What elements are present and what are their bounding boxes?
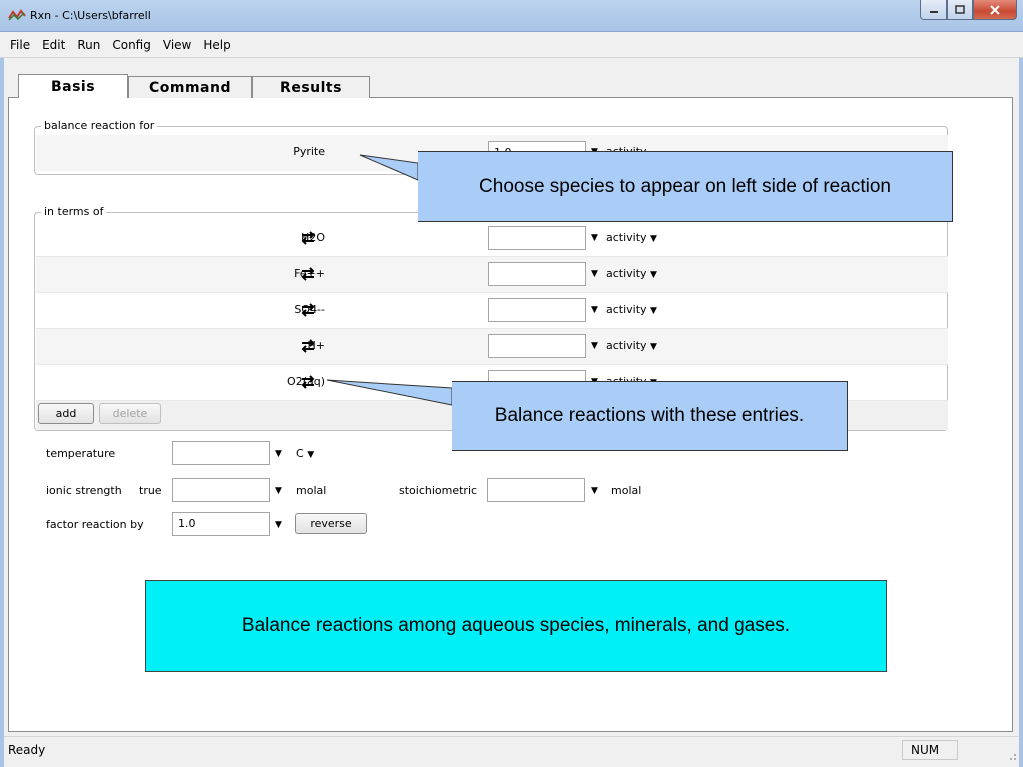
ionic-strength-unit: molal: [296, 484, 327, 497]
close-icon: [990, 4, 1000, 15]
factor-reaction-field[interactable]: 1.0: [172, 512, 270, 536]
status-text: Ready: [8, 743, 46, 757]
stoichiometric-field[interactable]: [487, 478, 585, 502]
swap-species-icon[interactable]: [300, 375, 316, 389]
swap-species-icon[interactable]: [300, 303, 316, 317]
num-lock-indicator: NUM: [902, 740, 958, 760]
term-amount-dropdown-icon[interactable]: ▼: [591, 269, 598, 279]
factor-reaction-label: factor reaction by: [46, 518, 144, 531]
temperature-label: temperature: [46, 447, 116, 460]
temperature-unit-text: C: [296, 447, 304, 460]
temperature-field[interactable]: [172, 441, 270, 465]
term-amount-dropdown-icon[interactable]: ▼: [591, 233, 598, 243]
term-row-so4[interactable]: SO4-- ▼ activity ▼: [36, 293, 948, 329]
term-unit-label[interactable]: activity ▼: [606, 231, 657, 244]
unit-dropdown-icon[interactable]: ▼: [650, 270, 657, 280]
unit-dropdown-icon[interactable]: ▼: [650, 234, 657, 244]
close-button[interactable]: [973, 0, 1017, 20]
menu-bar: File Edit Run Config View Help: [0, 32, 1023, 58]
in-terms-of-legend: in terms of: [41, 205, 107, 218]
tab-basis[interactable]: Basis: [18, 74, 128, 98]
reverse-button[interactable]: reverse: [295, 513, 367, 534]
term-unit-text: activity: [606, 267, 647, 280]
ionic-strength-label: ionic strength: [46, 484, 122, 497]
term-row-h2o[interactable]: H2O ▼ activity ▼: [36, 221, 948, 257]
window-frame-left: [0, 32, 4, 767]
balance-reaction-legend: balance reaction for: [41, 119, 158, 132]
term-amount-field[interactable]: [488, 334, 586, 358]
temperature-unit[interactable]: C ▼: [296, 447, 314, 460]
title-bar[interactable]: Rxn - C:\Users\bfarrell: [0, 0, 1023, 32]
term-unit-label[interactable]: activity ▼: [606, 267, 657, 280]
resize-grip-icon[interactable]: [1005, 749, 1017, 761]
stoichiometric-dropdown-icon[interactable]: ▼: [591, 486, 598, 496]
term-amount-field[interactable]: [488, 226, 586, 250]
species-callout: Choose species to appear on left side of…: [418, 151, 953, 222]
delete-button[interactable]: delete: [99, 403, 161, 424]
swap-species-icon[interactable]: [300, 339, 316, 353]
term-amount-field[interactable]: [488, 298, 586, 322]
menu-edit[interactable]: Edit: [36, 38, 71, 52]
menu-file[interactable]: File: [4, 38, 36, 52]
status-bar: Ready NUM: [4, 736, 1019, 763]
ionic-strength-dropdown-icon[interactable]: ▼: [275, 486, 282, 496]
maximize-button[interactable]: [947, 0, 973, 20]
tab-strip: Basis Command Results: [18, 74, 370, 98]
term-amount-dropdown-icon[interactable]: ▼: [591, 305, 598, 315]
term-amount-field[interactable]: [488, 262, 586, 286]
menu-run[interactable]: Run: [71, 38, 106, 52]
maximize-icon: [955, 4, 965, 14]
window-controls: [920, 0, 1017, 20]
minimize-icon: [929, 10, 938, 13]
temperature-dropdown-icon[interactable]: ▼: [275, 449, 282, 459]
ionic-true-label: true: [139, 484, 162, 497]
summary-box: Balance reactions among aqueous species,…: [145, 580, 887, 672]
term-unit-text: activity: [606, 303, 647, 316]
term-unit-label[interactable]: activity ▼: [606, 339, 657, 352]
temperature-unit-dropdown-icon[interactable]: ▼: [307, 450, 314, 460]
balance-species-label: Pyrite: [293, 145, 325, 158]
app-icon: [8, 9, 26, 21]
menu-config[interactable]: Config: [106, 38, 157, 52]
ionic-strength-field[interactable]: [172, 478, 270, 502]
term-unit-text: activity: [606, 231, 647, 244]
unit-dropdown-icon[interactable]: ▼: [650, 306, 657, 316]
stoichiometric-label: stoichiometric: [399, 484, 478, 497]
window-title: Rxn - C:\Users\bfarrell: [30, 9, 151, 22]
unit-dropdown-icon[interactable]: ▼: [650, 342, 657, 352]
factor-reaction-dropdown-icon[interactable]: ▼: [275, 520, 282, 530]
menu-help[interactable]: Help: [197, 38, 236, 52]
window-frame-right: [1019, 32, 1023, 767]
term-unit-text: activity: [606, 339, 647, 352]
swap-species-icon[interactable]: [300, 231, 316, 245]
minimize-button[interactable]: [920, 0, 947, 20]
term-amount-dropdown-icon[interactable]: ▼: [591, 341, 598, 351]
swap-species-icon[interactable]: [300, 267, 316, 281]
term-row-fe[interactable]: Fe++ ▼ activity ▼: [36, 257, 948, 293]
tab-results[interactable]: Results: [252, 76, 370, 98]
term-row-h[interactable]: H+ ▼ activity ▼: [36, 329, 948, 365]
stoichiometric-unit: molal: [611, 484, 642, 497]
balance-callout: Balance reactions with these entries.: [452, 381, 848, 451]
tab-command[interactable]: Command: [128, 76, 252, 98]
menu-view[interactable]: View: [157, 38, 197, 52]
add-button[interactable]: add: [38, 403, 94, 424]
term-unit-label[interactable]: activity ▼: [606, 303, 657, 316]
